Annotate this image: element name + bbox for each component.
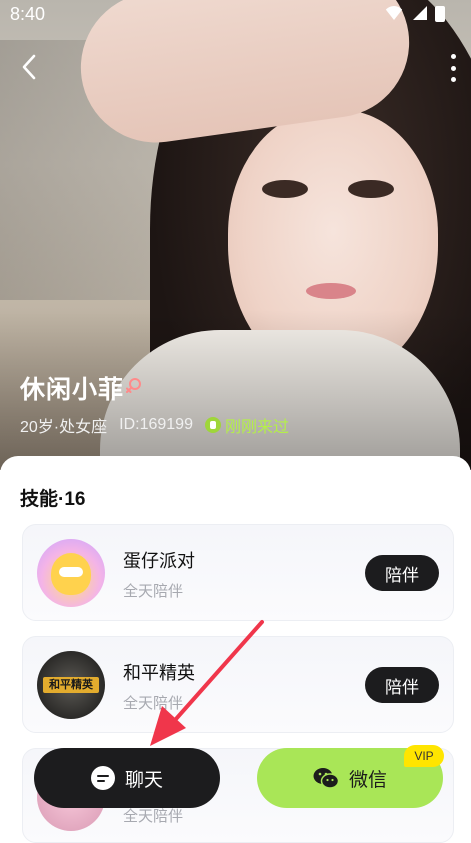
- more-icon[interactable]: [449, 54, 457, 82]
- skill-subtitle: 全天陪伴: [123, 807, 184, 825]
- skills-title: 技能·16: [20, 489, 86, 510]
- accompany-button[interactable]: 陪伴: [365, 667, 439, 703]
- user-meta: 20岁·处女座 ID:169199 刚刚来过: [20, 413, 289, 437]
- game-logo-text: 和平精英: [43, 677, 99, 693]
- user-name: 休闲小菲: [20, 375, 125, 404]
- skill-card[interactable]: 和平精英 和平精英 全天陪伴 陪伴: [22, 636, 454, 733]
- more-dot: [450, 77, 456, 82]
- skill-subtitle: 全天陪伴: [123, 694, 184, 712]
- chat-button[interactable]: 聊天: [34, 748, 220, 808]
- user-id: ID:169199: [119, 416, 193, 433]
- online-status: 刚刚来过: [204, 413, 289, 437]
- chat-icon: [90, 766, 115, 790]
- more-dot: [450, 65, 456, 71]
- photo-lips: [306, 283, 356, 299]
- skill-card[interactable]: 蛋仔派对 全天陪伴 陪伴: [22, 524, 454, 621]
- egg-character-icon: [51, 553, 91, 595]
- chat-label: 聊天: [124, 768, 163, 791]
- accompany-button[interactable]: 陪伴: [365, 555, 439, 591]
- wechat-label: 微信: [348, 768, 387, 791]
- skill-subtitle: 全天陪伴: [123, 582, 184, 600]
- status-time: 8:40: [10, 4, 46, 24]
- skill-avatar-eggy-party: [37, 539, 105, 607]
- online-text: 刚刚来过: [224, 419, 289, 436]
- vip-badge: VIP: [404, 745, 444, 767]
- status-icons: [383, 6, 445, 22]
- photo-eye: [348, 180, 394, 198]
- back-icon[interactable]: [18, 52, 40, 82]
- wechat-icon: [313, 768, 339, 789]
- skill-title: 蛋仔派对: [123, 551, 195, 572]
- skill-avatar-peace-elite: 和平精英: [37, 651, 105, 719]
- online-icon: [204, 417, 221, 433]
- battery-icon: [435, 6, 445, 22]
- skill-title: 和平精英: [123, 663, 195, 684]
- more-dot: [450, 54, 456, 59]
- female-gender-icon: [126, 378, 141, 393]
- age-sign: 20岁·处女座: [20, 419, 108, 436]
- signal-icon: [413, 6, 427, 20]
- wifi-icon: [383, 6, 405, 20]
- photo-eye: [262, 180, 308, 198]
